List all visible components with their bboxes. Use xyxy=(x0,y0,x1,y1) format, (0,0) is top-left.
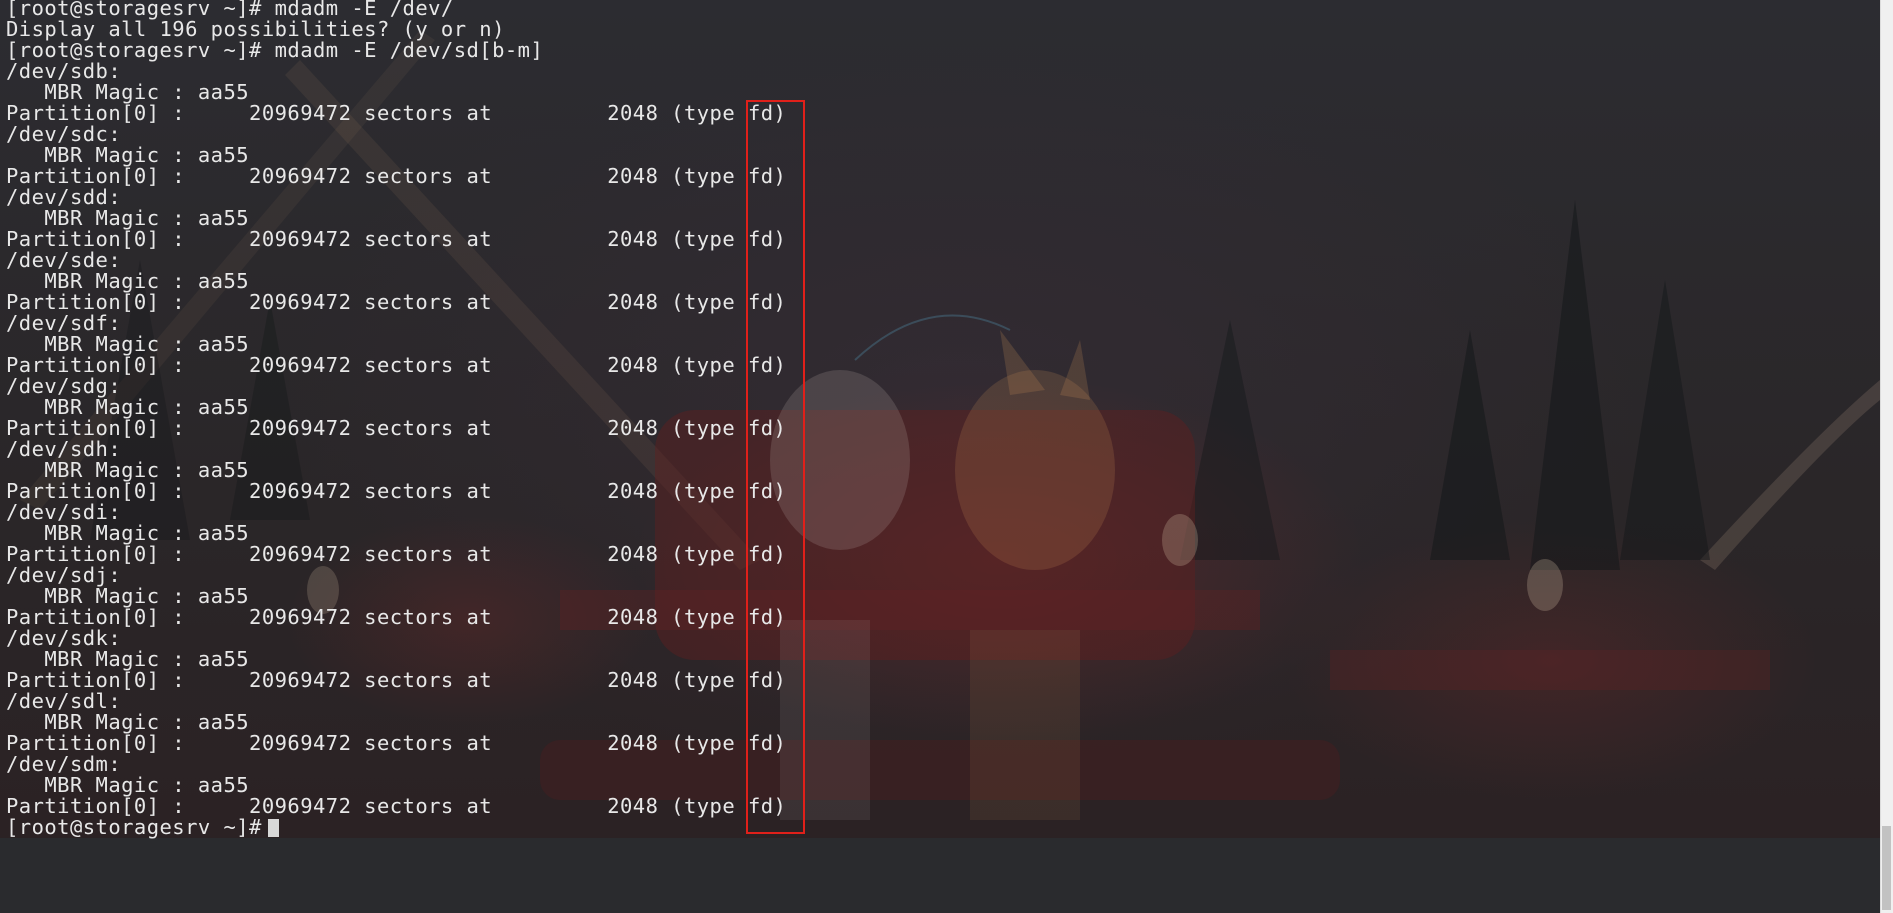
terminal-line: Partition[0] : 20969472 sectors at 2048 … xyxy=(6,353,787,377)
terminal-line: Display all 196 possibilities? (y or n) xyxy=(6,17,505,41)
terminal-line: MBR Magic : aa55 xyxy=(6,332,250,356)
terminal-line: MBR Magic : aa55 xyxy=(6,773,250,797)
terminal-line: MBR Magic : aa55 xyxy=(6,80,250,104)
terminal-line: MBR Magic : aa55 xyxy=(6,395,250,419)
terminal-prompt-line[interactable]: [root@storagesrv ~]# xyxy=(6,817,786,838)
terminal-line: /dev/sdg: xyxy=(6,374,122,398)
terminal-line: Partition[0] : 20969472 sectors at 2048 … xyxy=(6,731,787,755)
terminal-line: /dev/sdf: xyxy=(6,311,122,335)
terminal-line: Partition[0] : 20969472 sectors at 2048 … xyxy=(6,290,787,314)
terminal-line: Partition[0] : 20969472 sectors at 2048 … xyxy=(6,794,787,818)
scrollbar-thumb[interactable] xyxy=(1882,826,1891,910)
terminal-line: Partition[0] : 20969472 sectors at 2048 … xyxy=(6,227,787,251)
terminal-line: /dev/sdi: xyxy=(6,500,122,524)
terminal-line: Partition[0] : 20969472 sectors at 2048 … xyxy=(6,668,787,692)
terminal-line: MBR Magic : aa55 xyxy=(6,143,250,167)
terminal-line: /dev/sdl: xyxy=(6,689,122,713)
block-cursor-icon xyxy=(267,819,279,837)
terminal-line: /dev/sdc: xyxy=(6,122,122,146)
terminal-line: MBR Magic : aa55 xyxy=(6,647,250,671)
terminal-line: /dev/sdm: xyxy=(6,752,122,776)
terminal-line: Partition[0] : 20969472 sectors at 2048 … xyxy=(6,164,787,188)
terminal-line: /dev/sdk: xyxy=(6,626,122,650)
terminal-line: MBR Magic : aa55 xyxy=(6,710,250,734)
terminal-line: [root@storagesrv ~]# mdadm -E /dev/sd[b-… xyxy=(6,38,544,62)
terminal-line: MBR Magic : aa55 xyxy=(6,521,250,545)
terminal-line: MBR Magic : aa55 xyxy=(6,458,250,482)
terminal-prompt: [root@storagesrv ~]# xyxy=(6,815,262,839)
terminal-line: Partition[0] : 20969472 sectors at 2048 … xyxy=(6,605,787,629)
terminal-line: MBR Magic : aa55 xyxy=(6,206,250,230)
terminal-line: /dev/sdh: xyxy=(6,437,122,461)
terminal-line: /dev/sde: xyxy=(6,248,122,272)
terminal-line: /dev/sdd: xyxy=(6,185,122,209)
terminal-empty-area xyxy=(0,838,1880,913)
terminal-line: Partition[0] : 20969472 sectors at 2048 … xyxy=(6,101,787,125)
terminal-line: Partition[0] : 20969472 sectors at 2048 … xyxy=(6,542,787,566)
terminal-line: MBR Magic : aa55 xyxy=(6,269,250,293)
terminal-line: MBR Magic : aa55 xyxy=(6,584,250,608)
terminal-line: Partition[0] : 20969472 sectors at 2048 … xyxy=(6,416,787,440)
terminal-output: [root@storagesrv ~]# mdadm -E /dev/Displ… xyxy=(6,0,786,838)
vertical-scrollbar[interactable] xyxy=(1880,0,1893,913)
type-fd-highlight-box xyxy=(746,100,805,834)
terminal-line: Partition[0] : 20969472 sectors at 2048 … xyxy=(6,479,787,503)
terminal-window[interactable]: [root@storagesrv ~]# mdadm -E /dev/Displ… xyxy=(0,0,1893,913)
terminal-line: /dev/sdj: xyxy=(6,563,122,587)
terminal-line: /dev/sdb: xyxy=(6,59,122,83)
